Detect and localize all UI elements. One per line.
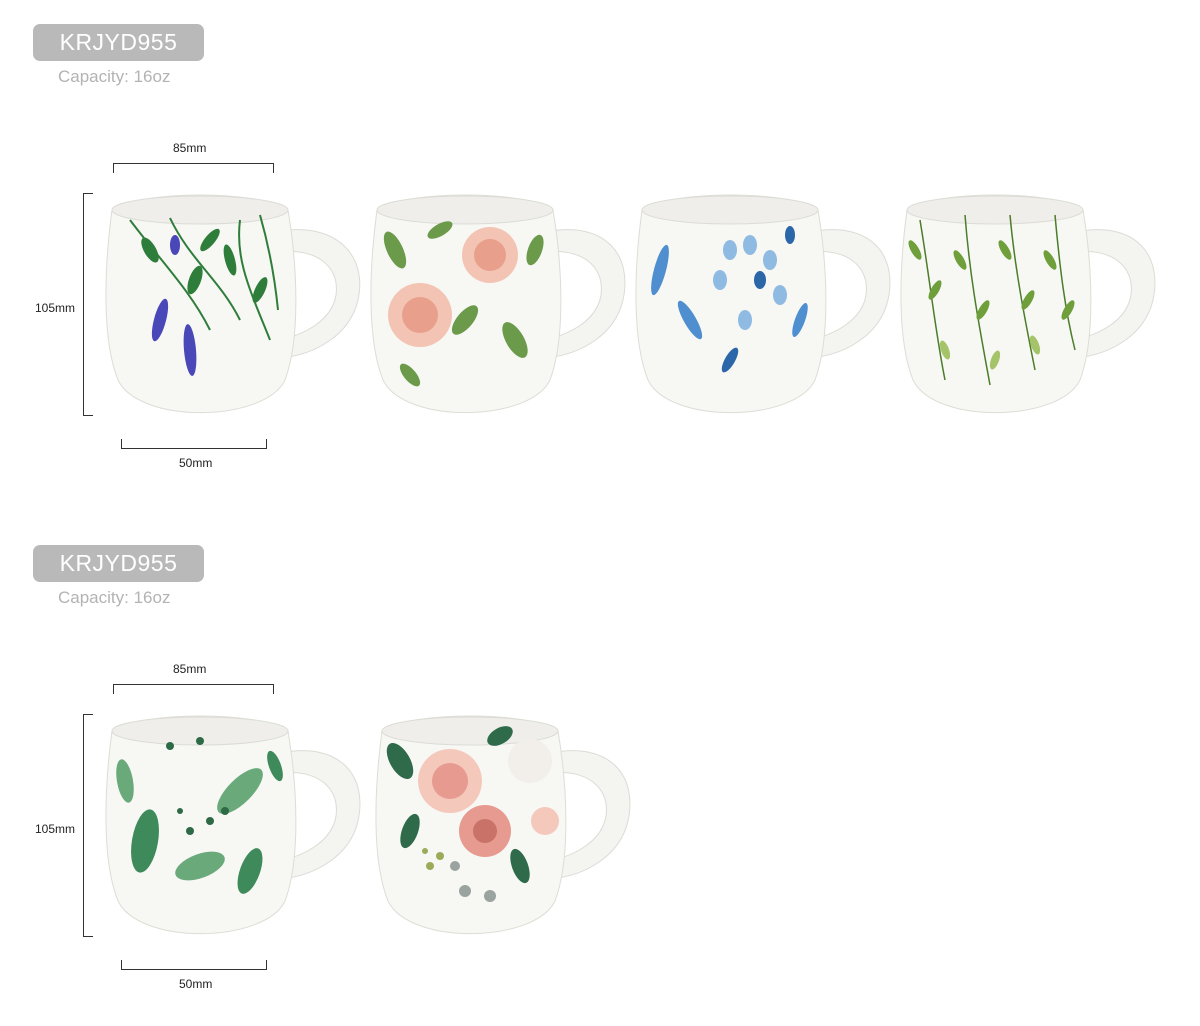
width-top-label: 85mm: [173, 141, 207, 155]
width-bottom-label: 50mm: [179, 456, 213, 470]
product-code-badge: KRJYD955: [33, 545, 204, 582]
width-bottom-line: [121, 439, 267, 449]
mug-green-vines: [895, 170, 1165, 430]
width-top-label: 85mm: [173, 662, 207, 676]
mug-blue-leaves: [630, 170, 900, 430]
mug-roses: [365, 170, 635, 430]
height-label: 105mm: [35, 301, 76, 315]
height-label: 105mm: [35, 822, 76, 836]
capacity-label: Capacity: 16oz: [58, 67, 171, 86]
mug-leaves-lavender: [100, 170, 370, 430]
height-line: [83, 193, 93, 416]
mug-eucalyptus: [100, 691, 370, 951]
width-bottom-line: [121, 960, 267, 970]
height-line: [83, 714, 93, 937]
product-section-1: KRJYD955 Capacity: 16oz 85mm 105mm 50mm: [0, 0, 1200, 500]
width-bottom-label: 50mm: [179, 977, 213, 991]
capacity-label: Capacity: 16oz: [58, 588, 171, 607]
mug-peonies: [370, 691, 640, 951]
product-code-badge: KRJYD955: [33, 24, 204, 61]
product-section-2: KRJYD955 Capacity: 16oz 85mm 105mm 50mm: [0, 521, 1200, 1021]
